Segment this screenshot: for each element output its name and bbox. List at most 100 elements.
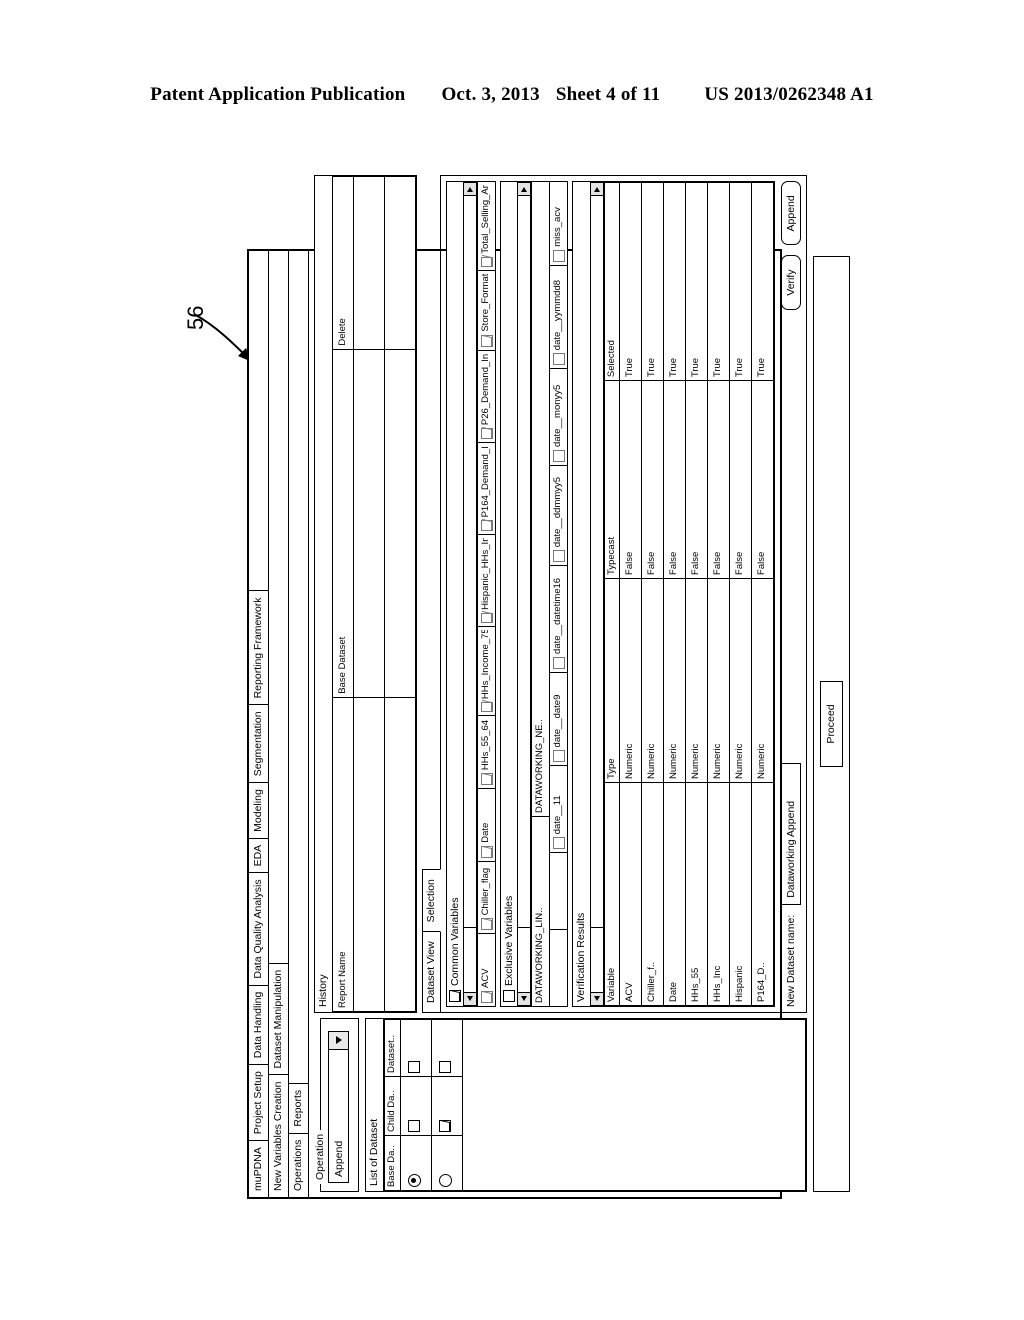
table-row[interactable]: DATA WOR [431, 1019, 463, 1191]
cell-dataset-checkbox[interactable] [431, 1019, 463, 1077]
menu-item-mupdna[interactable]: muPDNA [249, 1140, 269, 1197]
list-item[interactable]: date__ddmmyy5 [550, 465, 568, 566]
menu-item-operations[interactable]: Operations [289, 1132, 309, 1197]
checkbox-variable[interactable] [552, 450, 565, 463]
menu-item-dataset-manipulation[interactable]: Dataset Manipulation [269, 962, 289, 1075]
menu-item-eda[interactable]: EDA [249, 837, 269, 873]
checkbox-child-dataset-row1[interactable] [408, 1120, 421, 1132]
table-row[interactable]: P164_D.. Numeric False True [751, 182, 774, 1006]
list-item[interactable]: HHs_Income_75K.. [478, 626, 496, 716]
scroll-right-arrow-icon[interactable] [590, 183, 603, 197]
menu-item-modeling[interactable]: Modeling [249, 782, 269, 838]
list-item[interactable]: Total_Selling_Area [478, 182, 495, 270]
list-item[interactable]: date__date9 [550, 671, 568, 766]
list-item[interactable]: Date [478, 788, 496, 861]
cell-dataset-checkbox[interactable] [400, 1019, 432, 1077]
checkbox-variable[interactable] [480, 612, 493, 624]
table-row[interactable]: HHs_55 Numeric False True [685, 182, 708, 1006]
cell-variable: P164_D.. [751, 782, 774, 1006]
scrollbar-thumb[interactable] [464, 927, 477, 992]
table-row[interactable] [353, 176, 385, 1012]
checkbox-variable[interactable] [480, 428, 493, 439]
exclusive-variables-hscrollbar[interactable] [517, 182, 532, 1006]
checkbox-variable[interactable] [552, 837, 565, 850]
table-row[interactable]: Hispanic Numeric False True [729, 182, 752, 1006]
checkbox-variable[interactable] [480, 334, 493, 347]
checkbox-variable[interactable] [480, 773, 493, 786]
operation-select[interactable]: Append [328, 1031, 350, 1183]
common-variables-hscrollbar[interactable] [463, 182, 478, 1006]
scroll-right-arrow-icon[interactable] [464, 183, 477, 197]
cell-delete[interactable] [384, 176, 416, 350]
list-item[interactable]: miss_acv [550, 182, 567, 265]
proceed-button[interactable]: Proceed [820, 681, 843, 767]
table-row[interactable]: DATA WOR [400, 1019, 432, 1191]
list-item[interactable]: date__11 [550, 765, 568, 853]
checkbox-child-dataset-row2[interactable] [439, 1120, 452, 1132]
common-variables-header[interactable]: Common Variables [447, 182, 463, 1006]
chevron-down-icon[interactable] [329, 1032, 349, 1050]
cell-child-checkbox[interactable] [400, 1076, 432, 1136]
menu-item-reports[interactable]: Reports [289, 1082, 309, 1133]
verification-results-hscrollbar[interactable] [589, 182, 604, 1006]
cell-delete[interactable] [353, 176, 385, 350]
checkbox-dataset-row1[interactable] [408, 1061, 421, 1073]
list-item[interactable]: Store_Format [478, 270, 496, 350]
list-item[interactable]: date__monyy5 [550, 368, 568, 466]
menu-item-data-handling[interactable]: Data Handling [249, 984, 269, 1065]
checkbox-variable[interactable] [480, 845, 493, 858]
table-row[interactable]: ACV Numeric False True [619, 182, 642, 1006]
scrollbar-thumb[interactable] [590, 927, 603, 992]
checkbox-variable[interactable] [480, 702, 493, 713]
scroll-left-arrow-icon[interactable] [590, 992, 603, 1005]
list-of-dataset-empty-area [463, 1019, 807, 1191]
checkbox-variable[interactable] [480, 256, 493, 268]
list-item[interactable]: P164_Demand_In.. [478, 441, 496, 535]
append-button[interactable]: Append [781, 181, 802, 246]
scrollbar-thumb[interactable] [518, 927, 531, 992]
cell-child-checkbox[interactable] [431, 1076, 463, 1136]
radio-base-dataset-row1[interactable] [407, 1174, 421, 1187]
table-row[interactable]: Date Numeric False True [663, 182, 686, 1006]
checkbox-variable[interactable] [480, 991, 493, 1003]
checkbox-common-variables[interactable] [449, 990, 462, 1002]
list-item[interactable]: P26_Demand_Ind.. [478, 349, 496, 442]
list-item[interactable]: date__datetime16 [550, 565, 568, 672]
table-row[interactable] [384, 176, 416, 1012]
menu-item-reporting-framework[interactable]: Reporting Framework [249, 590, 269, 705]
list-item[interactable]: date__yymmdd8 [550, 264, 568, 369]
checkbox-variable[interactable] [480, 520, 493, 532]
menu-item-segmentation[interactable]: Segmentation [249, 704, 269, 783]
checkbox-dataset-row2[interactable] [439, 1061, 452, 1073]
tab-selection[interactable]: Selection [422, 869, 442, 933]
new-dataset-name-input[interactable]: Dataworking Append [781, 762, 802, 905]
scroll-right-arrow-icon[interactable] [518, 183, 531, 197]
scroll-left-arrow-icon[interactable] [518, 992, 531, 1005]
checkbox-variable[interactable] [552, 249, 565, 262]
list-item[interactable]: Chiller_flag [478, 860, 496, 934]
checkbox-exclusive-variables[interactable] [503, 990, 516, 1002]
list-item[interactable]: Hispanic_HHs_Ind.. [478, 534, 496, 627]
scrollbar-track[interactable] [518, 196, 531, 927]
scrollbar-track[interactable] [590, 196, 603, 927]
checkbox-variable[interactable] [552, 750, 565, 763]
scroll-left-arrow-icon[interactable] [464, 992, 477, 1005]
checkbox-variable[interactable] [480, 918, 493, 931]
checkbox-variable[interactable] [552, 550, 565, 563]
menu-item-data-quality-analysis[interactable]: Data Quality Analysis [249, 872, 269, 985]
tab-dataset-view[interactable]: Dataset View [422, 931, 442, 1013]
cell-base-radio[interactable] [400, 1135, 432, 1191]
checkbox-variable[interactable] [552, 353, 565, 366]
checkbox-variable[interactable] [552, 656, 565, 669]
table-row[interactable]: Chiller_f.. Numeric False True [641, 182, 664, 1006]
list-item[interactable]: ACV [478, 933, 496, 1006]
verify-button[interactable]: Verify [781, 255, 802, 310]
table-row[interactable]: HHs_Inc Numeric False True [707, 182, 730, 1006]
radio-base-dataset-row2[interactable] [438, 1174, 452, 1187]
list-item[interactable]: HHs_55_64 [478, 715, 496, 789]
exclusive-variables-header[interactable]: Exclusive Variables [501, 182, 517, 1006]
menu-item-new-variables-creation[interactable]: New Variables Creation [269, 1074, 289, 1197]
scrollbar-track[interactable] [464, 196, 477, 927]
cell-base-radio[interactable] [431, 1135, 463, 1191]
menu-item-project-setup[interactable]: Project Setup [249, 1064, 269, 1141]
